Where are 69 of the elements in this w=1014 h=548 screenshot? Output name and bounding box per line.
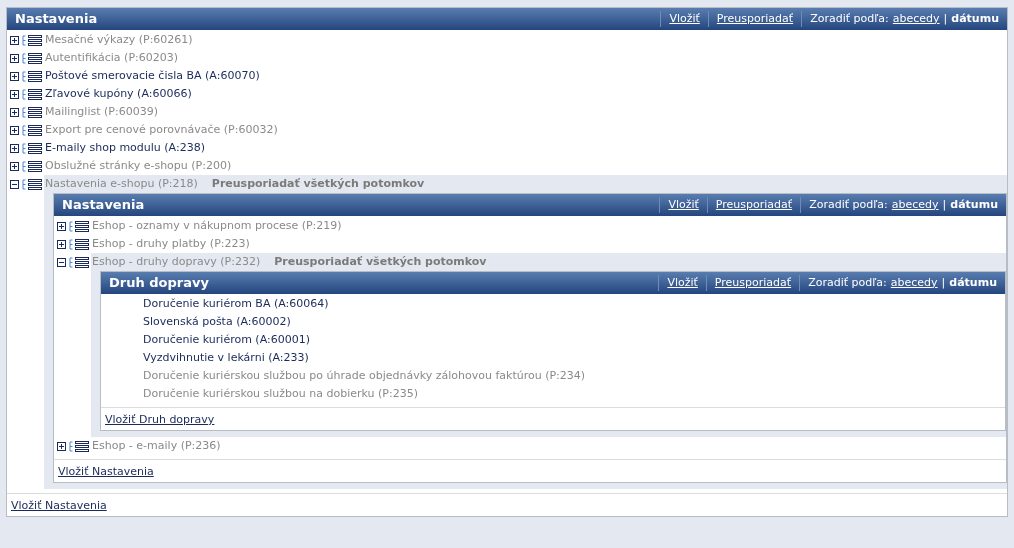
tree-item-label[interactable]: Doručenie kuriérskou službou na dobierku (P:235) — [143, 385, 418, 403]
sort-option[interactable]: abecedy — [891, 196, 939, 214]
separator: | — [941, 274, 946, 291]
tree-node-icon — [67, 440, 90, 452]
sort-label: Zoradiť podľa: — [808, 274, 887, 291]
separator: | — [942, 196, 947, 213]
tree-item-label[interactable]: Eshop - oznamy v nákupnom procese (P:219) — [92, 217, 342, 235]
collapse-icon[interactable] — [57, 257, 66, 267]
insert-link[interactable]: Vložiť — [659, 196, 707, 214]
tree-node-icon — [20, 88, 43, 100]
expand-icon[interactable] — [57, 441, 66, 451]
expand-icon[interactable] — [10, 143, 19, 153]
tree-node-icon — [20, 178, 43, 190]
tree-item-label[interactable]: Poštové smerovacie čisla BA (A:60070) — [45, 67, 260, 85]
expand-icon[interactable] — [57, 239, 66, 249]
tree-node-icon — [67, 220, 90, 232]
reorder-link[interactable]: Preusporiadať — [706, 196, 801, 214]
reorder-children-link[interactable]: Preusporiadať všetkých potomkov — [274, 253, 487, 271]
expand-icon[interactable] — [10, 125, 19, 135]
tree-item-label[interactable]: Autentifikácia (P:60203) — [45, 49, 179, 67]
tree-item-label[interactable]: Mesačné výkazy (P:60261) — [45, 31, 193, 49]
tree-item-label[interactable]: Doručenie kuriérom BA (A:60064) — [143, 295, 329, 313]
separator: | — [943, 10, 948, 27]
tree-item-label[interactable]: Slovenská pošta (A:60002) — [143, 313, 291, 331]
tree-item-label[interactable]: Vyzdvihnutie v lekárni (A:233) — [143, 349, 309, 367]
tree-node-icon — [20, 52, 43, 64]
expand-icon[interactable] — [10, 107, 19, 117]
sort-option[interactable]: abecedy — [890, 274, 938, 292]
tree-item-label[interactable]: Zľavové kupóny (A:60066) — [45, 85, 192, 103]
insert-link[interactable]: Vložiť — [660, 10, 708, 28]
sort-option[interactable]: abecedy — [892, 10, 940, 28]
tree-node-icon — [20, 106, 43, 118]
sort-option[interactable]: dátumu — [950, 196, 998, 214]
reorder-link[interactable]: Preusporiadať — [707, 10, 802, 28]
insert-link[interactable]: Vložiť Nastavenia — [58, 465, 154, 478]
panel-title: Nastavenia — [61, 196, 146, 215]
tree-item-label[interactable]: E-maily shop modulu (A:238) — [45, 139, 205, 157]
tree-node-icon — [20, 34, 43, 46]
tree-item-label[interactable]: Eshop - e-maily (P:236) — [92, 437, 221, 455]
tree-item-label[interactable]: Doručenie kuriérom (A:60001) — [143, 331, 310, 349]
tree-item-label[interactable]: Eshop - druhy platby (P:223) — [92, 235, 250, 253]
reorder-children-link[interactable]: Preusporiadať všetkých potomkov — [211, 175, 425, 193]
tree-node-icon — [67, 256, 90, 268]
insert-link[interactable]: Vložiť Druh dopravy — [105, 413, 215, 426]
tree-node-icon — [67, 238, 90, 250]
expand-icon[interactable] — [10, 161, 19, 171]
insert-link[interactable]: Vložiť Nastavenia — [11, 499, 107, 512]
tree-node-icon — [20, 160, 43, 172]
tree-item-label[interactable]: Mailinglist (P:60039) — [45, 103, 158, 121]
tree-node-icon — [20, 142, 43, 154]
panel-title: Druh dopravy — [108, 274, 210, 293]
tree-item-label[interactable]: Doručenie kuriérskou službou po úhrade objednávky zálohovou faktúrou (P:234) — [143, 367, 586, 385]
sort-option[interactable]: dátumu — [949, 274, 997, 292]
tree-node-icon — [20, 124, 43, 136]
panel-title: Nastavenia — [14, 10, 99, 29]
sort-label: Zoradiť podľa: — [810, 10, 889, 27]
expand-icon[interactable] — [10, 71, 19, 81]
sort-option[interactable]: dátumu — [951, 10, 999, 28]
tree-item-label[interactable]: Obslužné stránky e-shopu (P:200) — [45, 157, 232, 175]
tree-node-icon — [20, 70, 43, 82]
sort-label: Zoradiť podľa: — [809, 196, 888, 213]
expand-icon[interactable] — [10, 35, 19, 45]
insert-link[interactable]: Vložiť — [658, 274, 706, 292]
collapse-icon[interactable] — [10, 179, 19, 189]
tree-item-label[interactable]: Export pre cenové porovnávače (P:60032) — [45, 121, 278, 139]
expand-icon[interactable] — [10, 89, 19, 99]
expand-icon[interactable] — [57, 221, 66, 231]
expand-icon[interactable] — [10, 53, 19, 63]
reorder-link[interactable]: Preusporiadať — [705, 274, 800, 292]
